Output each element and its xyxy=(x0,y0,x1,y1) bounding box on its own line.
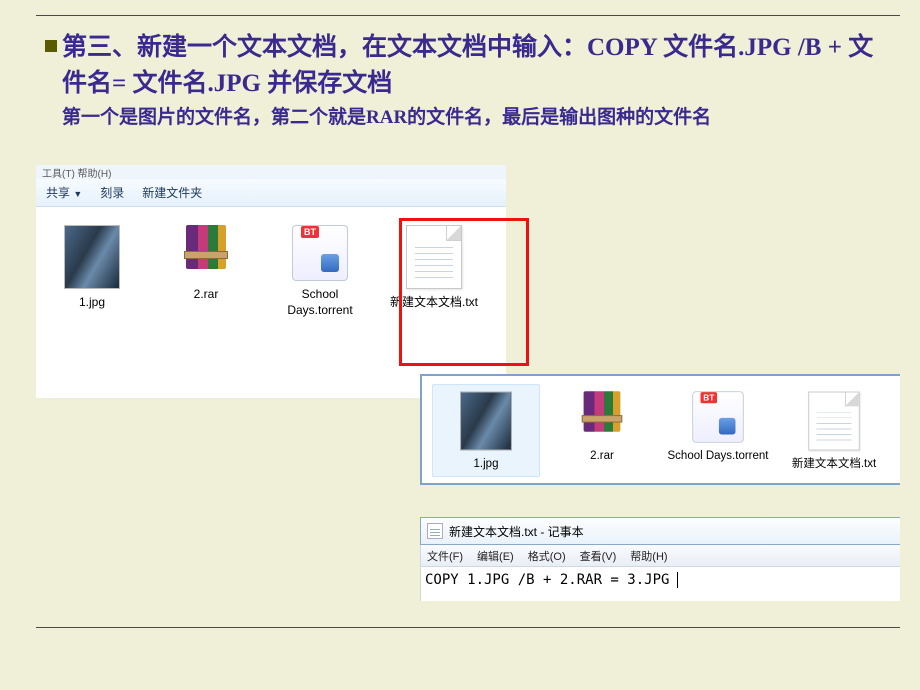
rar-archive-icon xyxy=(178,225,234,281)
file-label: 新建文本文档.txt xyxy=(388,295,480,311)
file-item-torrent[interactable]: BT School Days.torrent xyxy=(664,384,772,477)
file-item-jpg[interactable]: School Days 1.jpg xyxy=(432,384,540,477)
menu-help[interactable]: 帮助(H) xyxy=(630,548,667,564)
jpg-thumbnail-icon: School Days xyxy=(64,225,120,289)
file-grid: School Days 1.jpg 2.rar BT School Days.t… xyxy=(36,207,506,318)
notepad-text-area[interactable]: COPY 1.JPG /B + 2.RAR = 3.JPG xyxy=(420,567,900,601)
menu-format[interactable]: 格式(O) xyxy=(528,548,566,564)
bottom-accent-line xyxy=(36,627,900,628)
notepad-menubar: 文件(F) 编辑(E) 格式(O) 查看(V) 帮助(H) xyxy=(420,545,900,567)
text-caret xyxy=(668,572,677,588)
file-label: School Days.torrent xyxy=(274,287,366,318)
text-document-icon xyxy=(808,392,860,451)
file-grid-2: School Days 1.jpg 2.rar BT School Days.t… xyxy=(422,376,900,483)
torrent-file-icon: BT xyxy=(292,225,348,281)
file-label: 2.rar xyxy=(551,449,653,464)
file-label: 2.rar xyxy=(160,287,252,303)
file-item-rar[interactable]: 2.rar xyxy=(548,384,656,477)
menu-edit[interactable]: 编辑(E) xyxy=(477,548,514,564)
explorer-screenshot-2: School Days 1.jpg 2.rar BT School Days.t… xyxy=(420,374,900,485)
explorer-toolbar: 共享 ▼ 刻录 新建文件夹 xyxy=(36,179,506,207)
file-label: School Days.torrent xyxy=(667,449,769,464)
menu-view[interactable]: 查看(V) xyxy=(580,548,617,564)
jpg-thumbnail-icon: School Days xyxy=(460,392,512,451)
file-item-torrent[interactable]: BT School Days.torrent xyxy=(274,225,366,318)
notepad-content: COPY 1.JPG /B + 2.RAR = 3.JPG xyxy=(425,572,669,588)
toolbar-burn[interactable]: 刻录 xyxy=(100,184,124,201)
notepad-window: 新建文本文档.txt - 记事本 文件(F) 编辑(E) 格式(O) 查看(V)… xyxy=(420,517,900,601)
chevron-down-icon: ▼ xyxy=(73,189,82,199)
file-label: 1.jpg xyxy=(435,457,537,472)
file-item-txt[interactable]: 新建文本文档.txt xyxy=(780,384,888,477)
notepad-app-icon xyxy=(427,523,443,539)
file-item-rar[interactable]: 2.rar xyxy=(160,225,252,318)
explorer-screenshot-1: 工具(T) 帮助(H) 共享 ▼ 刻录 新建文件夹 School Days 1.… xyxy=(36,178,506,398)
toolbar-share[interactable]: 共享 ▼ xyxy=(46,184,82,201)
slide-heading: 第三、新建一个文本文档，在文本文档中输入：COPY 文件名.JPG /B + 文… xyxy=(62,30,890,103)
notepad-title-text: 新建文本文档.txt - 记事本 xyxy=(449,523,584,540)
rar-archive-icon xyxy=(576,391,628,443)
truncated-menubar: 工具(T) 帮助(H) xyxy=(36,165,506,179)
bullet-square-icon xyxy=(45,40,57,52)
toolbar-newfolder[interactable]: 新建文件夹 xyxy=(142,184,202,201)
notepad-titlebar: 新建文本文档.txt - 记事本 xyxy=(420,517,900,545)
torrent-file-icon: BT xyxy=(692,391,744,443)
top-accent-line xyxy=(36,15,900,16)
file-label: 1.jpg xyxy=(46,295,138,311)
text-document-icon xyxy=(406,225,462,289)
file-label: 新建文本文档.txt xyxy=(783,457,885,472)
menu-file[interactable]: 文件(F) xyxy=(427,548,463,564)
file-item-jpg[interactable]: School Days 1.jpg xyxy=(46,225,138,318)
file-item-txt[interactable]: 新建文本文档.txt xyxy=(388,225,480,318)
slide-subtext: 第一个是图片的文件名，第二个就是RAR的文件名，最后是输出图种的文件名 xyxy=(62,102,890,129)
